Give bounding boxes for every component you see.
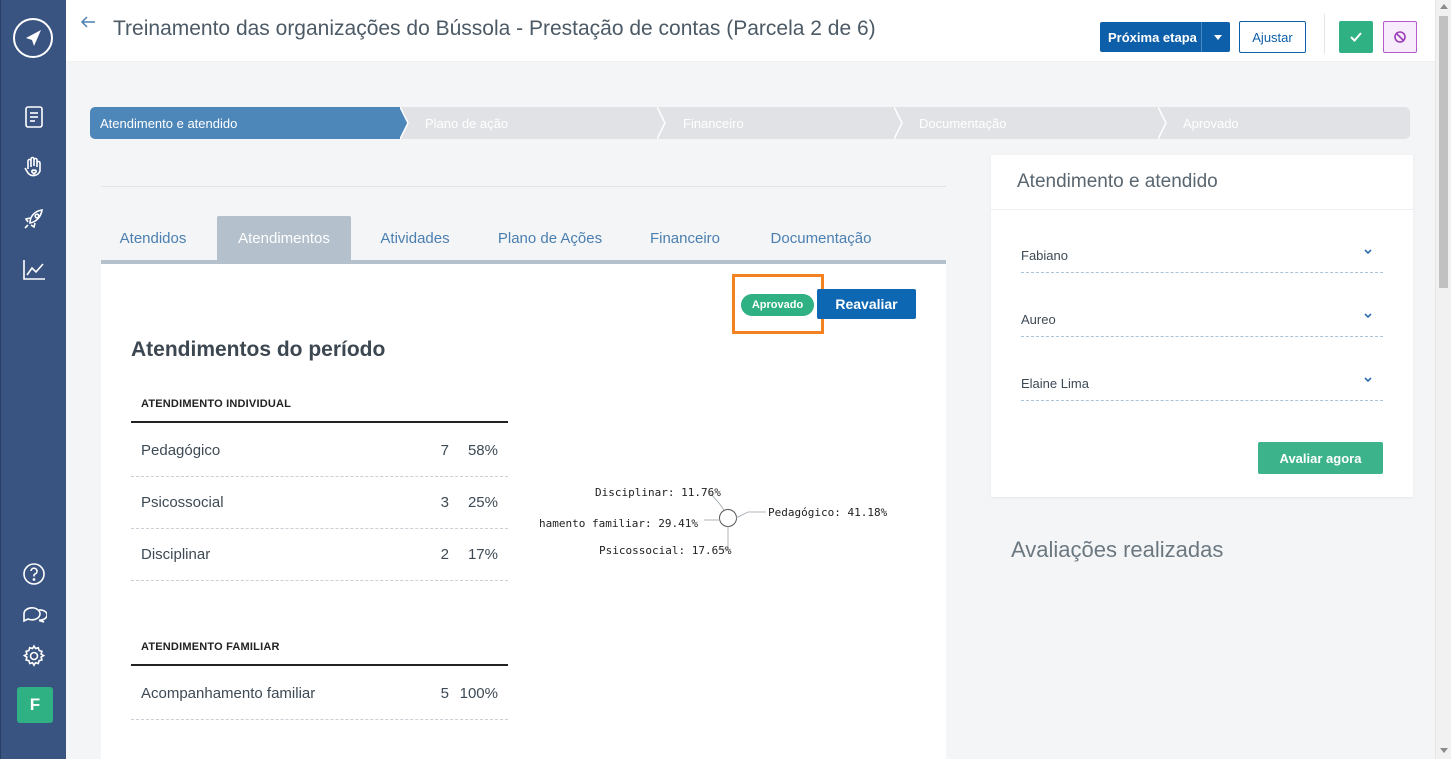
panel-title: Atendimento e atendido xyxy=(1017,171,1218,192)
chevron-down-icon xyxy=(1364,377,1372,383)
evaluator-select[interactable]: Aureo xyxy=(1021,299,1383,337)
chart-trend-icon[interactable] xyxy=(21,257,47,283)
tab-documentacao[interactable]: Documentação xyxy=(756,216,886,260)
evaluator-select[interactable]: Fabiano xyxy=(1021,235,1383,273)
row-label: Disciplinar xyxy=(141,546,211,563)
panel-divider xyxy=(991,209,1413,210)
scroll-thumb[interactable] xyxy=(1439,16,1448,288)
step-label: Documentação xyxy=(919,115,1007,131)
select-value: Fabiano xyxy=(1021,248,1068,263)
block-icon xyxy=(1394,31,1406,43)
step-arrow-divider xyxy=(400,107,409,139)
section-title: Atendimentos do período xyxy=(131,338,386,361)
step-arrow-divider xyxy=(894,107,903,139)
pie-ring xyxy=(719,509,737,527)
tab-plano-de-acoes[interactable]: Plano de Ações xyxy=(486,216,614,260)
sidebar: F xyxy=(0,0,66,759)
step-label: Plano de ação xyxy=(425,115,509,131)
adjust-button[interactable]: Ajustar xyxy=(1239,21,1306,53)
row-percent: 58% xyxy=(467,442,498,459)
row-percent: 25% xyxy=(467,494,498,511)
leader-line-pedagogico xyxy=(735,511,766,519)
next-step-button[interactable]: Próxima etapa xyxy=(1100,22,1230,52)
step-aprovado[interactable]: Aprovado xyxy=(1183,107,1239,139)
reject-button[interactable] xyxy=(1383,21,1417,53)
back-arrow-icon[interactable] xyxy=(80,14,96,30)
step-arrow-divider xyxy=(657,107,666,139)
evaluator-select[interactable]: Elaine Lima xyxy=(1021,363,1383,401)
tab-financeiro[interactable]: Financeiro xyxy=(636,216,734,260)
row-count: 2 xyxy=(440,546,449,563)
evaluation-panel: Atendimento e atendido Fabiano Aureo Ela… xyxy=(991,155,1413,497)
help-icon[interactable] xyxy=(21,561,47,587)
page-title: Treinamento das organizações do Bússola … xyxy=(113,17,876,40)
row-label: Acompanhamento familiar xyxy=(141,685,316,702)
rocket-icon[interactable] xyxy=(21,206,47,232)
step-atendimento[interactable]: Atendimento e atendido xyxy=(90,107,400,139)
row-count: 3 xyxy=(440,494,449,511)
approve-button[interactable] xyxy=(1339,21,1373,53)
tab-atendidos[interactable]: Atendidos xyxy=(105,216,201,260)
step-plano[interactable]: Plano de ação xyxy=(425,107,508,139)
step-arrow-divider xyxy=(1158,107,1167,139)
individual-table-header: ATENDIMENTO INDIVIDUAL xyxy=(131,387,508,423)
check-icon xyxy=(1350,32,1362,42)
caret-down-icon[interactable] xyxy=(1214,35,1222,40)
table-row: Acompanhamento familiar 5 100% xyxy=(131,668,508,720)
settings-icon[interactable] xyxy=(21,643,47,669)
tab-atividades[interactable]: Atividades xyxy=(367,216,463,260)
vertical-scrollbar[interactable] xyxy=(1435,0,1451,759)
select-value: Aureo xyxy=(1021,312,1056,327)
row-label: Pedagógico xyxy=(141,442,221,459)
compass-logo-icon[interactable] xyxy=(13,18,53,58)
progress-steps: Atendimento e atendido Plano de ação Fin… xyxy=(90,107,1410,139)
step-financeiro[interactable]: Financeiro xyxy=(683,107,744,139)
scroll-down-icon[interactable] xyxy=(1440,748,1448,753)
pie-label-disciplinar: Disciplinar: 11.76% xyxy=(595,486,721,499)
user-avatar[interactable]: F xyxy=(17,687,53,723)
section-divider xyxy=(101,186,946,187)
step-documentacao[interactable]: Documentação xyxy=(919,107,1006,139)
chevron-down-icon xyxy=(1364,249,1372,255)
row-percent: 17% xyxy=(467,546,498,563)
row-count: 7 xyxy=(440,442,449,459)
document-icon[interactable] xyxy=(21,104,47,130)
table-row: Disciplinar 2 17% xyxy=(131,529,508,581)
pie-label-familiar: hamento familiar: 29.41% xyxy=(539,517,698,530)
pie-label-psicossocial: Psicossocial: 17.65% xyxy=(599,544,732,557)
next-step-label: Próxima etapa xyxy=(1108,29,1197,45)
evaluate-now-button[interactable]: Avaliar agora xyxy=(1258,442,1383,474)
pie-label-pedagogico: Pedagógico: 41.18% xyxy=(768,506,888,519)
tab-atendimentos[interactable]: Atendimentos xyxy=(217,216,351,260)
button-separator xyxy=(1201,22,1202,52)
highlight-box xyxy=(732,274,824,334)
step-label: Financeiro xyxy=(683,115,744,131)
chevron-down-icon xyxy=(1364,313,1372,319)
evaluations-title: Avaliações realizadas xyxy=(1011,537,1224,562)
tab-bar: Atendidos Atendimentos Atividades Plano … xyxy=(101,216,946,264)
row-label: Psicossocial xyxy=(141,494,224,511)
header-divider xyxy=(1324,14,1325,54)
table-row: Pedagógico 7 58% xyxy=(131,425,508,477)
top-header: Treinamento das organizações do Bússola … xyxy=(66,0,1435,62)
familiar-table-header: ATENDIMENTO FAMILIAR xyxy=(131,630,508,666)
step-label: Aprovado xyxy=(1183,115,1239,131)
select-value: Elaine Lima xyxy=(1021,376,1089,391)
row-percent: 100% xyxy=(459,685,498,702)
table-row: Psicossocial 3 25% xyxy=(131,477,508,529)
hand-heart-icon[interactable] xyxy=(21,155,47,181)
row-count: 5 xyxy=(440,685,449,702)
reevaluate-button[interactable]: Reavaliar xyxy=(817,289,916,319)
chat-icon[interactable] xyxy=(21,602,48,628)
step-label: Atendimento e atendido xyxy=(100,115,238,131)
scroll-up-icon[interactable] xyxy=(1440,4,1448,9)
